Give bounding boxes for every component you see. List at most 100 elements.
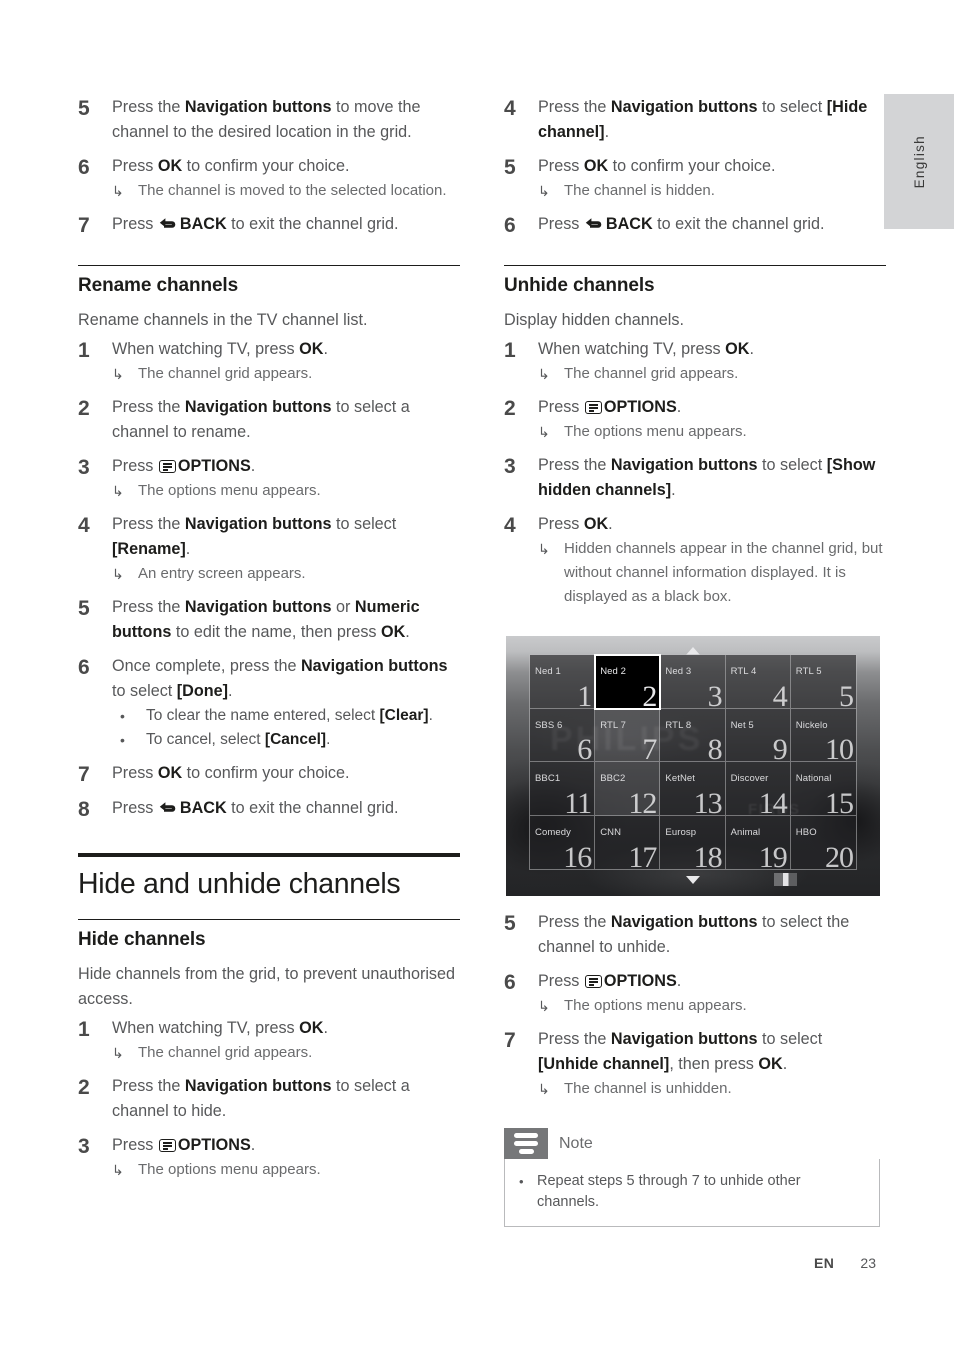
body-text: Press the xyxy=(112,1077,185,1095)
numbered-step: 6 Press OPTIONS. ↳ The options menu appears… xyxy=(504,969,886,1018)
emphasis-text: Navigation buttons xyxy=(300,657,448,675)
step-number: 6 xyxy=(504,214,516,237)
result-arrow-icon: ↳ xyxy=(538,1081,550,1097)
channel-grid-cell[interactable]: Comedy 16 xyxy=(530,815,596,869)
step-result: ↳ The channel is moved to the selected lo… xyxy=(112,179,460,203)
channel-grid-cell[interactable]: Ned 3 3 xyxy=(660,655,726,709)
step-text: Press OK. xyxy=(538,512,886,537)
emphasis-text: OK xyxy=(758,1055,783,1073)
body-text: to select xyxy=(757,456,827,474)
body-text: When watching TV, press xyxy=(538,340,726,358)
result-arrow-icon: ↳ xyxy=(538,366,550,382)
body-text: . xyxy=(323,1019,328,1037)
channel-name: Ned 1 xyxy=(535,666,561,677)
channel-name: Eurosp xyxy=(665,826,697,838)
channel-name: Discover xyxy=(730,773,769,784)
channel-grid-cell[interactable]: RTL 4 4 xyxy=(725,655,791,709)
body-text: . xyxy=(250,457,256,475)
channel-grid-cell[interactable]: CNN 17 xyxy=(595,815,661,869)
channel-grid-cell[interactable]: RTL 5 5 xyxy=(790,655,856,709)
numbered-step: 6 Press OK to confirm your choice. ↳ The ch… xyxy=(78,154,460,203)
bullet-marker: • xyxy=(120,732,125,748)
numbered-step: 2 Press the Navigation buttons to select … xyxy=(78,1074,460,1124)
step-text: When watching TV, press OK. xyxy=(112,1016,460,1041)
channel-grid-cell[interactable]: HBO 20 xyxy=(790,815,856,870)
channel-grid-cells: Ned 1 1 Ned 2 2 Ned 3 3 RTL 4 4 RTL 5 5 SBS 6 6 RTL … xyxy=(529,654,857,870)
emphasis-text: OPTIONS xyxy=(603,972,677,990)
body-text: to exit the channel grid. xyxy=(226,799,399,817)
channel-grid-cell[interactable]: Eurosp 18 xyxy=(660,815,726,869)
step-result: ↳ An entry screen appears. xyxy=(112,562,460,586)
emphasis-text: [Cancel] xyxy=(264,731,327,748)
channel-grid-cell[interactable]: Discover 14 xyxy=(725,762,791,816)
result-text: Hidden channels appear in the channel gr… xyxy=(564,540,883,605)
body-text: or xyxy=(331,598,355,616)
channel-number: 7 xyxy=(642,733,657,762)
channel-grid-cell[interactable]: BBC1 11 xyxy=(530,762,596,816)
step-body: When watching TV, press OK. ↳ The channel … xyxy=(112,337,460,386)
step-number: 3 xyxy=(78,456,90,479)
body-text: Press the xyxy=(112,598,185,616)
channel-grid-cell[interactable]: BBC2 12 xyxy=(595,762,661,816)
body-text: To cancel, select xyxy=(146,731,265,748)
channel-grid-cell[interactable]: National 15 xyxy=(790,762,856,816)
body-text: Press xyxy=(112,215,158,233)
body-text: . xyxy=(749,340,754,358)
result-arrow-icon: ↳ xyxy=(538,424,550,440)
step-number: 5 xyxy=(504,156,516,179)
back-arrow-icon xyxy=(159,216,178,231)
channel-name: National xyxy=(795,773,832,784)
channel-number: 8 xyxy=(707,733,723,762)
result-arrow-icon: ↳ xyxy=(112,483,124,499)
channel-grid-cell[interactable]: Ned 1 1 xyxy=(530,655,596,709)
numbered-step: 6 Once complete, press the Navigation but… xyxy=(78,654,460,752)
step-body: Press OK to confirm your choice. ↳ The cha… xyxy=(112,154,460,203)
channel-grid-cell[interactable]: KetNet 13 xyxy=(660,762,726,816)
step-body: Press OPTIONS. ↳ The options menu appears. xyxy=(538,969,886,1018)
step-body: Press BACK to exit the channel grid. xyxy=(538,212,886,238)
numbered-step: 7 Press BACK to exit the channel grid. xyxy=(78,212,460,238)
channel-grid-cell[interactable]: RTL 8 8 xyxy=(660,708,726,762)
step-body: Press the Navigation buttons to select a… xyxy=(112,395,460,445)
result-text: The options menu appears. xyxy=(564,997,747,1014)
result-arrow-icon: ↳ xyxy=(538,541,550,557)
channel-name: Ned 2 xyxy=(600,666,627,677)
result-arrow-icon: ↳ xyxy=(112,183,124,199)
emphasis-text: [Unhide channel] xyxy=(538,1055,670,1073)
channel-number: 20 xyxy=(824,841,854,870)
channel-grid-cell[interactable]: RTL 7 7 xyxy=(595,708,661,762)
section-rule xyxy=(78,265,460,266)
channel-number: 19 xyxy=(758,841,788,870)
step-number: 1 xyxy=(78,1018,90,1041)
emphasis-text: OK xyxy=(299,340,324,358)
channel-grid-cell[interactable]: Animal 19 xyxy=(725,815,791,870)
step-result: ↳ The channel is hidden. xyxy=(538,179,886,203)
channel-grid-cell[interactable]: Nickelo 10 xyxy=(790,708,856,762)
channel-name: Net 5 xyxy=(730,719,754,731)
step-body: Press the Navigation buttons to select a… xyxy=(112,1074,460,1124)
step-result: ↳ Hidden channels appear in the channel g… xyxy=(538,537,886,609)
channel-number: 12 xyxy=(628,786,657,816)
body-text: to confirm your choice. xyxy=(182,157,350,175)
body-text: to select xyxy=(757,1030,823,1048)
body-text: . xyxy=(608,515,613,533)
manual-page: English 5 Press the Navigation buttons to… xyxy=(0,0,954,1350)
result-arrow-icon: ↳ xyxy=(538,183,550,199)
step-number: 2 xyxy=(504,397,516,420)
options-icon xyxy=(584,401,602,414)
step-number: 3 xyxy=(504,455,516,478)
step-number: 7 xyxy=(78,763,90,786)
channel-grid-cell[interactable]: Net 5 9 xyxy=(725,708,791,762)
channel-grid-cell[interactable]: Ned 2 2 xyxy=(594,654,662,710)
body-text: to select xyxy=(757,98,827,116)
note-body: • Repeat steps 5 through 7 to unhide othe… xyxy=(504,1159,880,1227)
section-intro-hide-channels: Hide channels from the grid, to prevent … xyxy=(78,965,456,1008)
channel-grid-cell[interactable]: SBS 6 6 xyxy=(530,708,596,762)
